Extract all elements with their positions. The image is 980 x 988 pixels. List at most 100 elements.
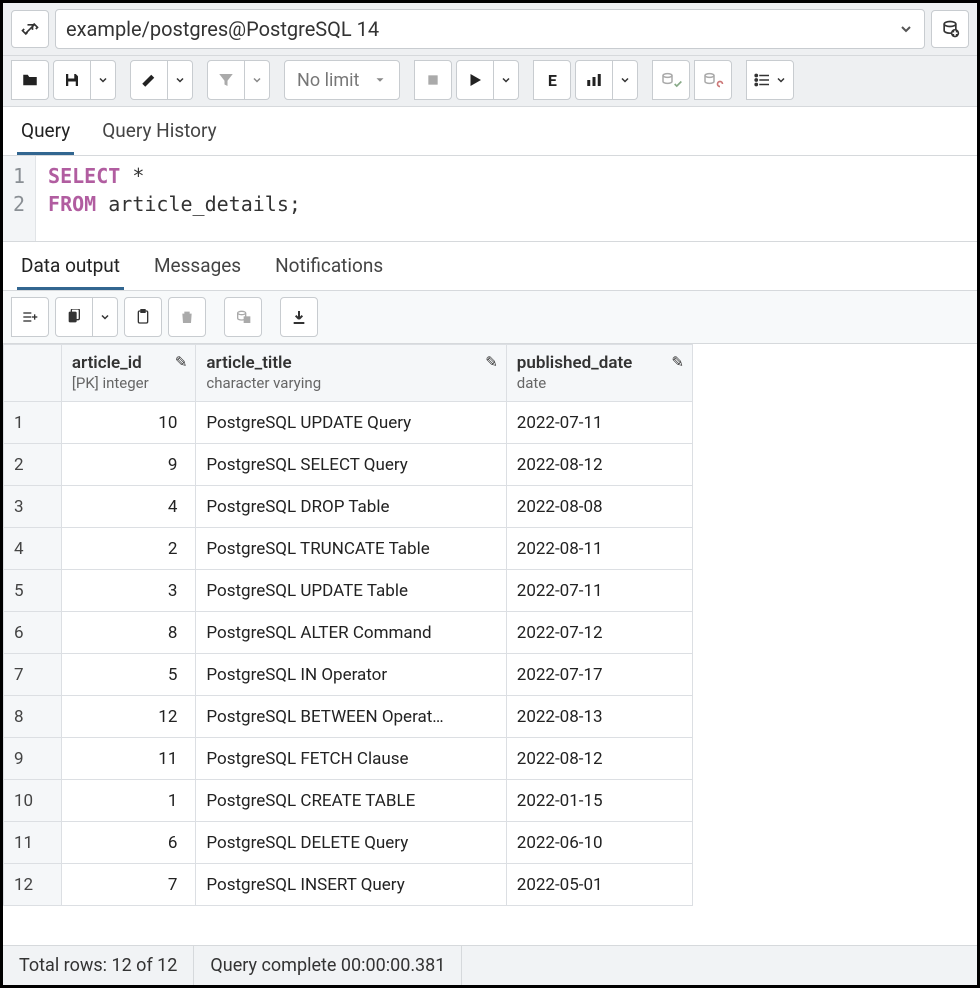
tab-query[interactable]: Query [17, 113, 74, 155]
table-row[interactable]: 53PostgreSQL UPDATE Table2022-07-11 [4, 570, 693, 612]
column-header-published-date[interactable]: published_date date ✎ [506, 345, 692, 402]
cell-article-id[interactable]: 4 [61, 486, 195, 528]
pencil-icon[interactable]: ✎ [175, 353, 188, 371]
cell-published-date[interactable]: 2022-01-15 [506, 780, 692, 822]
open-file-button[interactable] [11, 60, 49, 100]
paste-button[interactable] [124, 297, 162, 337]
cell-published-date[interactable]: 2022-08-08 [506, 486, 692, 528]
tab-query-history[interactable]: Query History [98, 113, 220, 155]
cell-article-id[interactable]: 2 [61, 528, 195, 570]
cell-published-date[interactable]: 2022-07-17 [506, 654, 692, 696]
sql-code[interactable]: SELECT * FROM article_details; [36, 156, 313, 241]
cell-article-id[interactable]: 1 [61, 780, 195, 822]
cell-published-date[interactable]: 2022-07-11 [506, 402, 692, 444]
output-toolbar [3, 291, 977, 344]
table-row[interactable]: 911PostgreSQL FETCH Clause2022-08-12 [4, 738, 693, 780]
filter-dropdown[interactable] [245, 60, 270, 100]
execute-button[interactable] [456, 60, 494, 100]
copy-dropdown[interactable] [93, 297, 118, 337]
table-row[interactable]: 101PostgreSQL CREATE TABLE2022-01-15 [4, 780, 693, 822]
explain-dropdown[interactable] [613, 60, 638, 100]
pencil-icon[interactable]: ✎ [485, 353, 498, 371]
save-button[interactable] [53, 60, 91, 100]
cell-article-id[interactable]: 12 [61, 696, 195, 738]
connection-status-icon[interactable] [11, 10, 49, 48]
tab-data-output[interactable]: Data output [17, 248, 124, 290]
table-row[interactable]: 812PostgreSQL BETWEEN Operat…2022-08-13 [4, 696, 693, 738]
cell-article-title[interactable]: PostgreSQL ALTER Command [196, 612, 506, 654]
row-limit-select[interactable]: No limit [284, 60, 400, 100]
cell-article-title[interactable]: PostgreSQL FETCH Clause [196, 738, 506, 780]
sql-keyword: SELECT [48, 164, 120, 188]
cell-published-date[interactable]: 2022-08-11 [506, 528, 692, 570]
cell-article-title[interactable]: PostgreSQL DELETE Query [196, 822, 506, 864]
rollback-button[interactable] [694, 60, 732, 100]
macros-button[interactable] [746, 60, 794, 100]
row-number: 11 [4, 822, 62, 864]
cell-published-date[interactable]: 2022-07-11 [506, 570, 692, 612]
cell-article-title[interactable]: PostgreSQL TRUNCATE Table [196, 528, 506, 570]
table-row[interactable]: 29PostgreSQL SELECT Query2022-08-12 [4, 444, 693, 486]
cell-article-title[interactable]: PostgreSQL SELECT Query [196, 444, 506, 486]
save-data-button[interactable] [224, 297, 262, 337]
row-number: 3 [4, 486, 62, 528]
stop-button[interactable] [414, 60, 452, 100]
table-row[interactable]: 68PostgreSQL ALTER Command2022-07-12 [4, 612, 693, 654]
cell-article-id[interactable]: 3 [61, 570, 195, 612]
cell-article-title[interactable]: PostgreSQL CREATE TABLE [196, 780, 506, 822]
filter-button[interactable] [207, 60, 245, 100]
commit-button[interactable] [652, 60, 690, 100]
cell-article-title[interactable]: PostgreSQL BETWEEN Operat… [196, 696, 506, 738]
cell-article-id[interactable]: 11 [61, 738, 195, 780]
row-number: 12 [4, 864, 62, 906]
tab-notifications[interactable]: Notifications [271, 248, 387, 290]
save-dropdown[interactable] [91, 60, 116, 100]
new-connection-button[interactable] [931, 10, 969, 48]
cell-article-title[interactable]: PostgreSQL UPDATE Query [196, 402, 506, 444]
cell-published-date[interactable]: 2022-08-12 [506, 738, 692, 780]
pencil-icon[interactable]: ✎ [671, 353, 684, 371]
output-tabs: Data output Messages Notifications [3, 242, 977, 291]
results-table: article_id [PK] integer ✎ article_title … [3, 344, 693, 906]
row-number: 6 [4, 612, 62, 654]
cell-article-id[interactable]: 9 [61, 444, 195, 486]
table-row[interactable]: 34PostgreSQL DROP Table2022-08-08 [4, 486, 693, 528]
cell-published-date[interactable]: 2022-08-12 [506, 444, 692, 486]
explain-button[interactable]: E [533, 60, 571, 100]
row-number: 5 [4, 570, 62, 612]
table-row[interactable]: 42PostgreSQL TRUNCATE Table2022-08-11 [4, 528, 693, 570]
edit-dropdown[interactable] [168, 60, 193, 100]
table-row[interactable]: 116PostgreSQL DELETE Query2022-06-10 [4, 822, 693, 864]
cell-article-title[interactable]: PostgreSQL INSERT Query [196, 864, 506, 906]
delete-row-button[interactable] [168, 297, 206, 337]
cell-published-date[interactable]: 2022-07-12 [506, 612, 692, 654]
connection-select[interactable]: example/postgres@PostgreSQL 14 [55, 9, 925, 49]
cell-article-title[interactable]: PostgreSQL DROP Table [196, 486, 506, 528]
tab-messages[interactable]: Messages [150, 248, 245, 290]
sql-editor[interactable]: 1 2 SELECT * FROM article_details; [3, 156, 977, 242]
cell-article-id[interactable]: 8 [61, 612, 195, 654]
table-row[interactable]: 110PostgreSQL UPDATE Query2022-07-11 [4, 402, 693, 444]
execute-dropdown[interactable] [494, 60, 519, 100]
table-row[interactable]: 127PostgreSQL INSERT Query2022-05-01 [4, 864, 693, 906]
column-header-article-id[interactable]: article_id [PK] integer ✎ [61, 345, 195, 402]
cell-article-id[interactable]: 5 [61, 654, 195, 696]
column-header-article-title[interactable]: article_title character varying ✎ [196, 345, 506, 402]
cell-published-date[interactable]: 2022-06-10 [506, 822, 692, 864]
cell-published-date[interactable]: 2022-05-01 [506, 864, 692, 906]
cell-published-date[interactable]: 2022-08-13 [506, 696, 692, 738]
add-row-button[interactable] [11, 297, 49, 337]
cell-article-title[interactable]: PostgreSQL UPDATE Table [196, 570, 506, 612]
cell-article-id[interactable]: 10 [61, 402, 195, 444]
cell-article-id[interactable]: 7 [61, 864, 195, 906]
explain-analyze-button[interactable] [575, 60, 613, 100]
row-number: 2 [4, 444, 62, 486]
copy-button[interactable] [55, 297, 93, 337]
editor-tabs: Query Query History [3, 107, 977, 156]
chevron-down-icon [898, 21, 914, 37]
table-row[interactable]: 75PostgreSQL IN Operator2022-07-17 [4, 654, 693, 696]
edit-button[interactable] [130, 60, 168, 100]
cell-article-id[interactable]: 6 [61, 822, 195, 864]
download-button[interactable] [280, 297, 318, 337]
cell-article-title[interactable]: PostgreSQL IN Operator [196, 654, 506, 696]
